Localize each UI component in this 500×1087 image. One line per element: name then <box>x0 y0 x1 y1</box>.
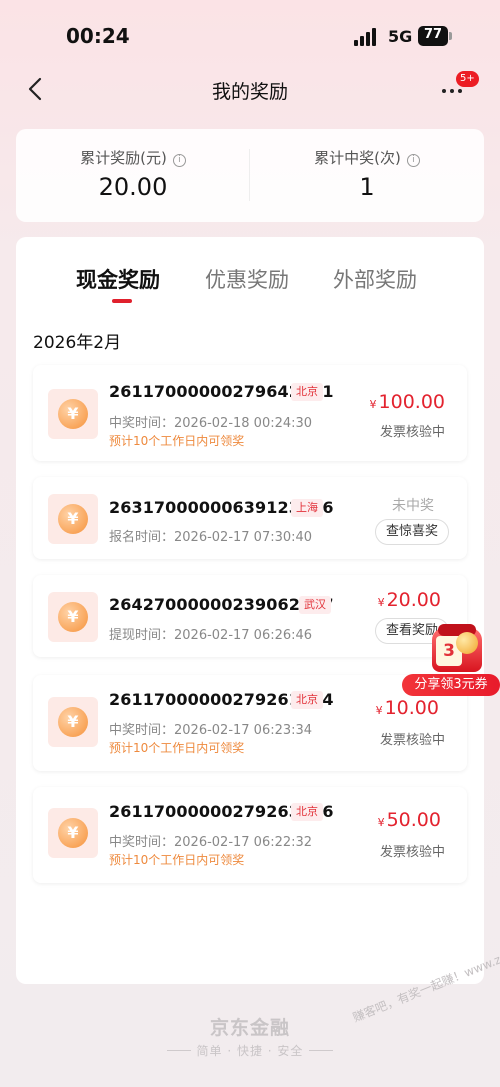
yen-coin-icon: ¥ <box>58 504 88 534</box>
city-tag: 北京 <box>291 803 323 821</box>
yen-coin-icon: ¥ <box>58 399 88 429</box>
footer-brand: 京东金融 <box>209 1017 290 1039</box>
reward-amount: ¥20.00 <box>377 589 441 611</box>
reward-icon: ¥ <box>48 389 98 439</box>
total-reward-value: 20.00 <box>98 173 168 201</box>
yen-coin-icon: ¥ <box>58 818 88 848</box>
yen-coin-icon: ¥ <box>58 602 88 632</box>
network-label: 5G <box>388 27 413 46</box>
page-title: 我的奖励 <box>211 81 288 103</box>
record-time: 提现时间：2026-02-17 06:26:46 <box>109 628 313 643</box>
reward-amount: ¥100.00 <box>369 391 445 413</box>
reward-record[interactable]: ¥ 26317000000639123276 上海 报名时间：2026-02-1… <box>33 477 467 559</box>
reward-icon: ¥ <box>48 808 98 858</box>
reward-status: 未中奖 <box>392 498 434 514</box>
record-note: 预计10个工作日内可领奖 <box>109 741 245 755</box>
battery-level: 77 <box>423 27 443 42</box>
summary-card: 累计奖励(元) i 20.00 累计中奖(次) i 1 <box>16 129 484 222</box>
tab-discount-reward[interactable]: 优惠奖励 <box>205 264 289 294</box>
footer-tagline: 简单 · 快捷 · 安全 <box>0 1042 500 1059</box>
total-wins-label: 累计中奖(次) <box>314 149 401 167</box>
info-icon[interactable]: i <box>406 154 420 167</box>
reward-amount: ¥10.00 <box>375 697 439 719</box>
share-coupon-promo[interactable]: 3 分享领3元券 <box>402 624 500 700</box>
signal-icon <box>354 28 378 46</box>
tab-external-reward[interactable]: 外部奖励 <box>333 264 417 294</box>
record-time: 中奖时间：2026-02-17 06:22:32 <box>109 835 313 850</box>
city-tag: 武汉 <box>299 596 331 614</box>
month-header: 2026年2月 <box>33 333 122 353</box>
promo-label: 分享领3元券 <box>402 674 500 696</box>
active-tab-indicator <box>112 299 132 303</box>
yen-coin-icon: ¥ <box>58 707 88 737</box>
info-icon[interactable]: i <box>172 154 186 167</box>
reward-amount: ¥50.00 <box>377 809 441 831</box>
record-note: 预计10个工作日内可领奖 <box>109 853 245 867</box>
reward-status: 发票核验中 <box>379 733 445 748</box>
total-reward-label: 累计奖励(元) <box>80 149 167 167</box>
total-wins: 累计中奖(次) i 1 <box>250 129 484 222</box>
status-bar: 00:24 5G 77 <box>0 0 500 70</box>
reward-icon: ¥ <box>48 697 98 747</box>
notification-badge: 5+ <box>456 71 479 87</box>
reward-record[interactable]: ¥ 26117000000279263256 北京 中奖时间：2026-02-1… <box>33 787 467 883</box>
total-reward: 累计奖励(元) i 20.00 <box>16 129 250 222</box>
reward-icon: ¥ <box>48 494 98 544</box>
city-tag: 北京 <box>291 691 323 709</box>
coin-icon <box>456 632 478 654</box>
reward-icon: ¥ <box>48 592 98 642</box>
record-note: 预计10个工作日内可领奖 <box>109 434 245 448</box>
city-tag: 北京 <box>291 383 323 401</box>
tab-cash-reward[interactable]: 现金奖励 <box>76 264 160 294</box>
total-wins-value: 1 <box>359 173 375 201</box>
check-surprise-button[interactable]: 查惊喜奖 <box>374 519 449 545</box>
status-time: 00:24 <box>66 24 130 48</box>
record-time: 中奖时间：2026-02-17 06:23:34 <box>109 723 313 738</box>
city-tag: 上海 <box>291 499 323 517</box>
record-time: 中奖时间：2026-02-18 00:24:30 <box>109 416 313 431</box>
reward-record[interactable]: ¥ 26117000000279642181 北京 中奖时间：2026-02-1… <box>33 365 467 461</box>
record-time: 报名时间：2026-02-17 07:30:40 <box>109 530 313 545</box>
reward-status: 发票核验中 <box>379 425 445 440</box>
reward-status: 发票核验中 <box>379 845 445 860</box>
battery-icon: 77 <box>418 26 452 46</box>
